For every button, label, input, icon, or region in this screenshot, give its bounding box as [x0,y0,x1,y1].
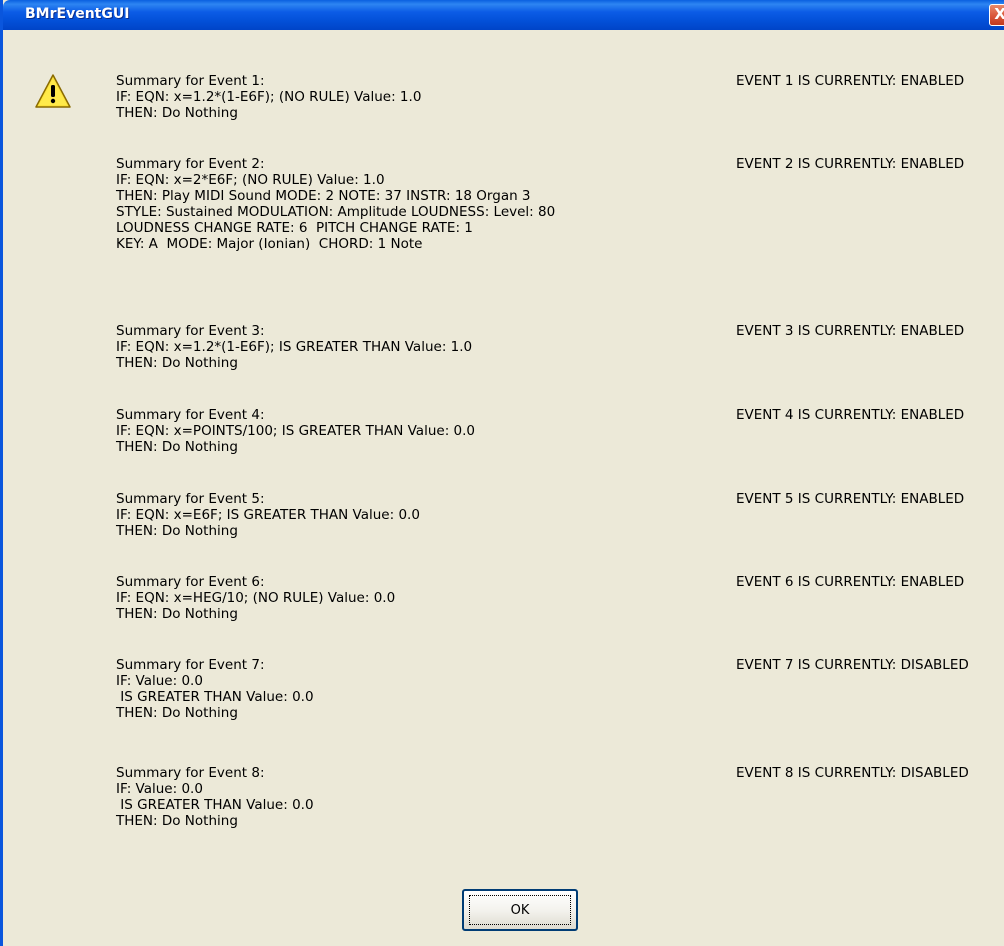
event-4-status: EVENT 4 IS CURRENTLY: ENABLED [736,407,965,423]
event-6-summary: Summary for Event 6: IF: EQN: x=HEG/10; … [116,574,396,622]
event-2-status: EVENT 2 IS CURRENTLY: ENABLED [736,156,965,172]
ok-button-label: OK [469,895,571,925]
event-3-status: EVENT 3 IS CURRENTLY: ENABLED [736,323,965,339]
event-8-summary: Summary for Event 8: IF: Value: 0.0 IS G… [116,765,314,829]
event-1-status: EVENT 1 IS CURRENTLY: ENABLED [736,73,965,89]
ok-button[interactable]: OK [462,889,578,931]
event-1-summary: Summary for Event 1: IF: EQN: x=1.2*(1-E… [116,73,422,121]
event-7-summary: Summary for Event 7: IF: Value: 0.0 IS G… [116,657,314,721]
event-4-summary: Summary for Event 4: IF: EQN: x=POINTS/1… [116,407,476,455]
event-3-summary: Summary for Event 3: IF: EQN: x=1.2*(1-E… [116,323,473,371]
event-7-status: EVENT 7 IS CURRENTLY: DISABLED [736,657,969,673]
dialog-window: BMrEventGUI X Summary for Event 1: IF: E… [0,0,1004,946]
event-5-status: EVENT 5 IS CURRENTLY: ENABLED [736,491,965,507]
title-bar[interactable]: BMrEventGUI X [3,0,1004,30]
event-2-summary: Summary for Event 2: IF: EQN: x=2*E6F; (… [116,156,556,252]
window-title: BMrEventGUI [25,6,130,22]
event-5-summary: Summary for Event 5: IF: EQN: x=E6F; IS … [116,491,420,539]
event-6-status: EVENT 6 IS CURRENTLY: ENABLED [736,574,965,590]
event-8-status: EVENT 8 IS CURRENTLY: DISABLED [736,765,969,781]
close-button[interactable]: X [989,4,1004,26]
dialog-body: Summary for Event 1: IF: EQN: x=1.2*(1-E… [3,30,1004,946]
warning-icon [35,74,71,108]
